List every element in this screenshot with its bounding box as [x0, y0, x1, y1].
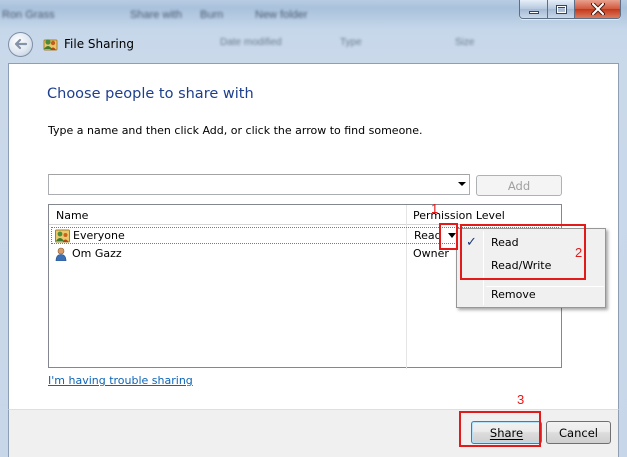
annotation-box-2: [460, 224, 586, 280]
back-button[interactable]: [8, 31, 33, 57]
row-permission: Read: [414, 229, 442, 242]
file-sharing-icon: [42, 36, 58, 52]
background-toolbar-item: Share with: [130, 9, 182, 21]
window-title: File Sharing: [64, 37, 134, 51]
annotation-number-2: 2: [575, 245, 583, 260]
trouble-sharing-link[interactable]: I'm having trouble sharing: [48, 374, 193, 387]
list-header: Name Permission Level: [49, 205, 561, 225]
close-icon: [590, 3, 605, 15]
column-header-name[interactable]: Name: [56, 209, 88, 222]
name-input[interactable]: [51, 176, 451, 193]
background-toolbar-item: New folder: [255, 9, 308, 21]
row-name: Everyone: [73, 229, 125, 242]
menu-item-remove[interactable]: Remove: [491, 288, 536, 301]
background-column-label: Size: [455, 37, 475, 48]
background-column-label: Type: [340, 37, 362, 48]
window-controls: [519, 0, 621, 19]
cancel-button[interactable]: Cancel: [546, 421, 611, 444]
minimize-icon: [528, 10, 539, 14]
annotation-number-3: 3: [517, 392, 525, 407]
page-title: Choose people to share with: [47, 86, 254, 102]
minimize-button[interactable]: [520, 0, 548, 18]
add-button[interactable]: Add: [476, 175, 562, 196]
menu-separator: [486, 286, 604, 287]
close-button[interactable]: [575, 0, 620, 18]
maximize-icon: [555, 4, 567, 14]
background-column-header: Date modified Type Size: [70, 37, 530, 51]
name-combobox[interactable]: [48, 174, 470, 195]
row-name: Om Gazz: [72, 247, 122, 260]
annotation-box-1: [439, 223, 458, 250]
combobox-arrow-icon[interactable]: [458, 182, 466, 186]
background-toolbar-item: Burn: [200, 9, 224, 21]
background-toolbar: Ron Grass Share with Burn New folder: [0, 8, 520, 26]
back-arrow-icon: [14, 38, 27, 50]
title-bar: File Sharing: [8, 30, 134, 58]
maximize-button[interactable]: [548, 0, 575, 18]
background-toolbar-item: Ron Grass: [2, 9, 55, 21]
column-header-permission[interactable]: Permission Level: [413, 209, 505, 222]
instruction-text: Type a name and then click Add, or click…: [48, 124, 423, 137]
group-icon: [55, 229, 70, 243]
annotation-number-1: 1: [431, 201, 439, 216]
annotation-box-3: [459, 411, 541, 447]
user-icon: [54, 247, 69, 262]
background-column-label: Date modified: [220, 37, 282, 48]
